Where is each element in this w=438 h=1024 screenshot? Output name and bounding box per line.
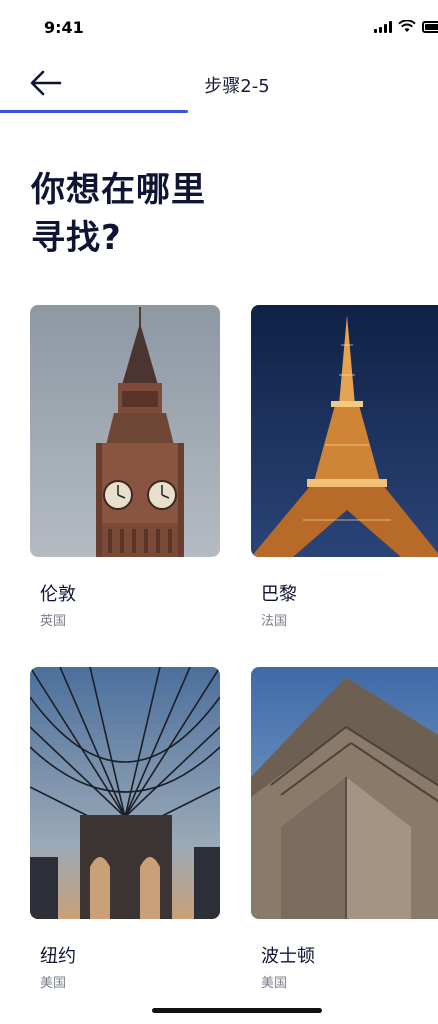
step-indicator: 步骤2-5 xyxy=(204,76,270,97)
city-card-paris[interactable]: 巴黎 法国 xyxy=(251,305,438,629)
progress-bar xyxy=(0,110,189,113)
status-time: 9:41 xyxy=(44,18,84,37)
country-name: 美国 xyxy=(40,976,67,991)
country-name: 法国 xyxy=(261,614,288,629)
city-card-boston[interactable]: 波士顿 美国 xyxy=(251,667,438,991)
big-ben-image xyxy=(30,305,220,557)
city-name: 巴黎 xyxy=(261,584,297,605)
page-title: 你想在哪里 寻找? xyxy=(31,170,206,258)
concrete-building-image xyxy=(251,667,438,919)
home-indicator[interactable] xyxy=(152,1008,322,1013)
city-card-london[interactable]: 伦敦 英国 xyxy=(30,305,220,629)
signal-icon xyxy=(374,20,392,33)
city-card-new-york[interactable]: 纽约 美国 xyxy=(30,667,220,991)
country-name: 英国 xyxy=(40,614,67,629)
status-icons xyxy=(374,20,438,33)
city-name: 波士顿 xyxy=(261,946,315,967)
brooklyn-bridge-image xyxy=(30,667,220,919)
battery-icon xyxy=(422,20,438,33)
wifi-icon xyxy=(398,20,416,32)
city-name: 伦敦 xyxy=(40,584,76,605)
eiffel-tower-image xyxy=(251,305,438,557)
city-name: 纽约 xyxy=(40,946,76,967)
country-name: 美国 xyxy=(261,976,288,991)
